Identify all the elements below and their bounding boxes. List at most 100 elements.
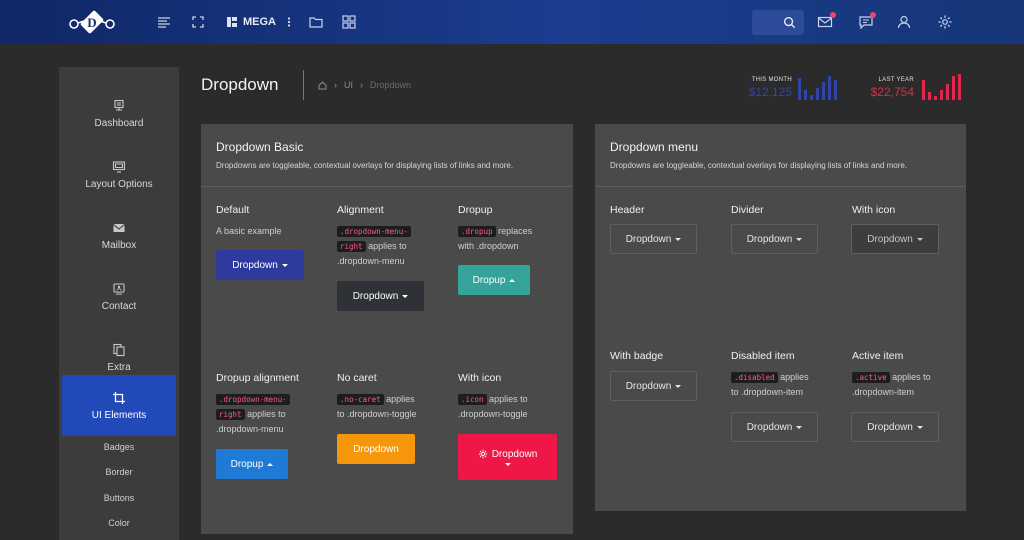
dropdown-with-badge-button[interactable]: Dropdown bbox=[610, 371, 697, 401]
example-title: Active item bbox=[852, 350, 904, 362]
caret-down-icon bbox=[916, 425, 923, 429]
code-tag: .dropdown-menu- bbox=[337, 226, 411, 237]
button-label: Dropdown bbox=[232, 259, 278, 271]
sidebar-item-label: Extra bbox=[107, 361, 131, 373]
desc-text: applies bbox=[780, 372, 809, 382]
example-desc: A basic example bbox=[216, 226, 282, 236]
monitor-icon bbox=[114, 99, 124, 111]
dropup-button[interactable]: Dropup bbox=[458, 265, 530, 295]
sidebar: Dashboard Layout Options Mailbox Contact… bbox=[59, 67, 179, 540]
caret-down-icon bbox=[504, 462, 511, 466]
example-title: With icon bbox=[458, 372, 502, 384]
desc-text: .dropdown-menu bbox=[216, 424, 284, 434]
example-no-caret: No caret .no-caret applies to .dropdown-… bbox=[337, 372, 447, 422]
settings-gear-icon[interactable] bbox=[935, 12, 955, 32]
dropdown-default-button[interactable]: Dropdown bbox=[216, 250, 304, 280]
desc-text: .dropdown-item bbox=[852, 387, 915, 397]
dropdown-no-caret-button[interactable]: Dropdown bbox=[337, 434, 415, 464]
sidebar-subitem-color[interactable]: Color bbox=[59, 518, 179, 528]
sidebar-item-layout-options[interactable]: Layout Options bbox=[59, 144, 179, 205]
logo[interactable]: D bbox=[66, 9, 118, 35]
example-dropup: Dropup .dropup replaces with .dropdown bbox=[458, 204, 568, 254]
example-desc: .no-caret applies to .dropdown-toggle bbox=[337, 392, 447, 422]
dropdown-basic-card: Dropdown Basic Dropdowns are toggleable,… bbox=[201, 124, 573, 534]
code-tag: .disabled bbox=[731, 372, 778, 383]
desc-text: to .dropdown-item bbox=[731, 387, 804, 397]
sidebar-item-label: Contact bbox=[101, 300, 137, 312]
svg-text:D: D bbox=[87, 15, 96, 30]
sidebar-subitem-buttons[interactable]: Buttons bbox=[59, 493, 179, 503]
caret-up-icon bbox=[267, 462, 274, 466]
code-tag: .dropdown-menu- bbox=[216, 394, 290, 405]
code-tag: .active bbox=[852, 372, 890, 383]
dropdown-alignment-button[interactable]: Dropdown bbox=[337, 281, 424, 311]
example-desc: .active applies to .dropdown-item bbox=[852, 370, 962, 400]
sidebar-item-label: UI Elements bbox=[91, 409, 147, 421]
example-with-badge: With badge bbox=[610, 350, 720, 362]
sidebar-item-dashboard[interactable]: Dashboard bbox=[59, 83, 179, 144]
dropdown-disabled-item-button[interactable]: Dropdown bbox=[731, 412, 818, 442]
caret-down-icon bbox=[675, 237, 682, 241]
stat-this-month-value: $12,125 bbox=[748, 85, 792, 99]
more-vertical-icon bbox=[287, 17, 291, 27]
stat-last-year-label: LAST YEAR bbox=[878, 77, 914, 83]
example-dropup-alignment: Dropup alignment .dropdown-menu- right a… bbox=[216, 372, 326, 437]
example-alignment: Alignment .dropdown-menu- right applies … bbox=[337, 204, 447, 269]
card-header: Dropdown menu Dropdowns are toggleable, … bbox=[595, 124, 966, 187]
example-active-item: Active item .active applies to .dropdown… bbox=[852, 350, 962, 400]
stat-this-month-sparkbars bbox=[798, 74, 837, 100]
example-menu-with-icon: With icon bbox=[852, 204, 962, 216]
code-tag: right bbox=[216, 409, 245, 420]
search-button[interactable] bbox=[752, 10, 804, 35]
sidebar-item-label: Layout Options bbox=[85, 178, 153, 190]
dropdown-menu-with-icon-button[interactable]: Dropdown bbox=[851, 224, 939, 254]
button-label: Dropdown bbox=[353, 443, 399, 455]
gear-icon bbox=[478, 449, 487, 459]
dropdown-header-button[interactable]: Dropdown bbox=[610, 224, 697, 254]
button-label: Dropup bbox=[472, 274, 506, 286]
sidebar-item-contact[interactable]: Contact bbox=[59, 266, 179, 327]
example-desc: .dropdown-menu- right applies to .dropdo… bbox=[337, 224, 447, 269]
folder-icon[interactable] bbox=[306, 12, 326, 32]
copy-icon bbox=[113, 343, 125, 356]
sidebar-item-mailbox[interactable]: Mailbox bbox=[59, 205, 179, 266]
dropdown-with-icon-button[interactable]: Dropdown bbox=[458, 434, 557, 480]
code-tag: .icon bbox=[458, 394, 487, 405]
chat-badge-dot bbox=[870, 12, 876, 18]
sidebar-item-label: Mailbox bbox=[101, 239, 137, 251]
desc-text: applies to bbox=[368, 241, 407, 251]
apps-grid-icon[interactable] bbox=[339, 12, 359, 32]
example-desc: .dropup replaces with .dropdown bbox=[458, 224, 568, 254]
desc-text: .dropdown-toggle bbox=[458, 409, 528, 419]
top-navbar: D MEGA bbox=[0, 0, 1024, 44]
stat-last-year-sparkbars bbox=[922, 74, 961, 100]
card-subtitle: Dropdowns are toggleable, contextual ove… bbox=[216, 161, 514, 170]
breadcrumb: › UI › Dropdown bbox=[318, 80, 411, 90]
stat-this-month-label: THIS MONTH bbox=[751, 77, 792, 83]
sidebar-subitem-badges[interactable]: Badges bbox=[59, 442, 179, 452]
desc-text: replaces bbox=[498, 226, 533, 236]
card-title: Dropdown Basic bbox=[216, 140, 304, 154]
search-icon bbox=[783, 16, 796, 29]
home-icon[interactable] bbox=[318, 80, 327, 90]
button-label: Dropdown bbox=[867, 233, 913, 245]
dropdown-divider-button[interactable]: Dropdown bbox=[731, 224, 818, 254]
dropdown-active-item-button[interactable]: Dropdown bbox=[851, 412, 939, 442]
card-header: Dropdown Basic Dropdowns are toggleable,… bbox=[201, 124, 573, 187]
card-subtitle: Dropdowns are toggleable, contextual ove… bbox=[610, 161, 908, 170]
user-profile-icon[interactable] bbox=[894, 12, 914, 32]
sidebar-subitem-border[interactable]: Border bbox=[59, 467, 179, 477]
caret-down-icon bbox=[796, 425, 803, 429]
menu-toggle-icon[interactable] bbox=[154, 12, 174, 32]
fullscreen-icon[interactable] bbox=[188, 12, 208, 32]
mega-menu-button[interactable]: MEGA bbox=[226, 13, 293, 31]
example-title: Default bbox=[216, 204, 250, 216]
dropup-alignment-button[interactable]: Dropup bbox=[216, 449, 288, 479]
breadcrumb-ui[interactable]: UI bbox=[344, 80, 353, 90]
desc-text: to .dropdown-toggle bbox=[337, 409, 417, 419]
stat-this-month: THIS MONTH $12,125 bbox=[740, 77, 792, 99]
sidebar-item-ui-elements[interactable]: UI Elements bbox=[62, 375, 176, 436]
mail-icon bbox=[113, 223, 125, 232]
code-tag: .dropup bbox=[458, 226, 496, 237]
breadcrumb-current: Dropdown bbox=[370, 80, 412, 90]
